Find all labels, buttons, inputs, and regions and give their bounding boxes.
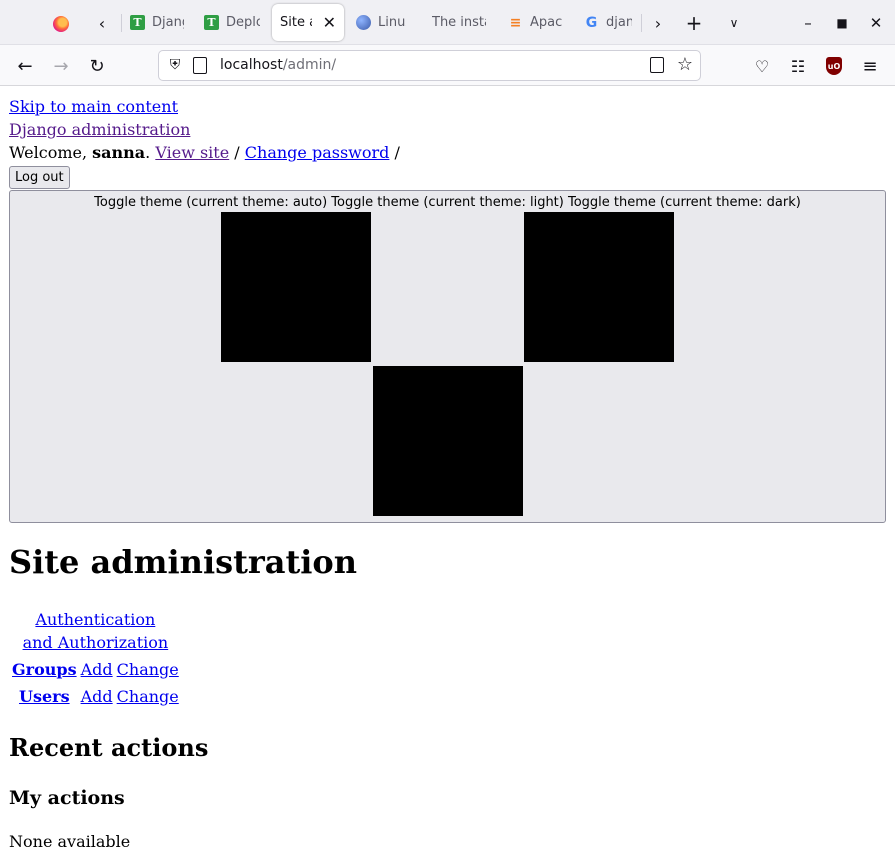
app-caption: Authentication and Authorization	[9, 607, 182, 655]
tab-djang[interactable]: T Djang	[122, 4, 192, 41]
tab-separator	[641, 14, 642, 32]
minimize-icon[interactable]: –	[793, 8, 823, 38]
tab-deplo[interactable]: T Deplo	[196, 4, 268, 41]
user-tools: Welcome, sanna. View site / Change passw…	[9, 141, 886, 164]
browser-nav-bar: ← → ↻ ⛨ localhost/admin/ ☆ ♡ ☷ uO ≡	[0, 45, 895, 86]
list-all-tabs-icon[interactable]: ∨	[719, 8, 749, 38]
theme-light-icon	[524, 212, 674, 362]
separator: /	[229, 143, 245, 162]
t-favicon-icon: T	[204, 15, 219, 30]
url-path: /admin/	[282, 57, 337, 73]
bookmark-star-icon[interactable]: ☆	[677, 54, 693, 75]
tab-site-admin[interactable]: Site ad ✕	[272, 4, 344, 41]
theme-toggle-label: Toggle theme (current theme: auto) Toggl…	[94, 195, 801, 210]
username: sanna	[92, 143, 146, 162]
page-content: Skip to main content Django administrati…	[0, 95, 895, 523]
tab-title: djang	[606, 15, 632, 30]
new-tab-icon[interactable]: +	[679, 8, 709, 38]
address-bar[interactable]: ⛨ localhost/admin/ ☆	[158, 50, 701, 81]
change-password-link[interactable]: Change password	[245, 143, 390, 162]
window-close-icon[interactable]: ✕	[861, 8, 891, 38]
extensions-icon[interactable]: ☷	[784, 52, 812, 80]
app-auth-link[interactable]: Authentication and Authorization	[20, 608, 170, 654]
model-row-users: Users Add Change	[11, 684, 180, 709]
users-change-link[interactable]: Change	[117, 687, 179, 706]
reader-view-icon[interactable]	[650, 57, 664, 73]
tab-title: Site ad	[280, 15, 312, 30]
recent-actions-heading: Recent actions	[9, 733, 209, 762]
tab-close-icon[interactable]: ✕	[323, 13, 336, 32]
page-title: Site administration	[9, 543, 358, 581]
firefox-icon[interactable]	[53, 16, 69, 32]
welcome-text: Welcome,	[9, 143, 93, 162]
ublock-origin-icon[interactable]: uO	[820, 52, 848, 80]
url-host: localhost	[220, 57, 283, 73]
tracking-shield-icon[interactable]: ⛨	[167, 57, 183, 75]
page-info-icon[interactable]	[193, 57, 207, 74]
tab-linux[interactable]: Linux	[348, 4, 414, 41]
theme-auto-icon	[221, 212, 371, 362]
stackoverflow-favicon-icon: ≡	[509, 14, 522, 31]
users-add-link[interactable]: Add	[81, 687, 113, 706]
tab-scroll-left-icon[interactable]: ‹	[87, 8, 117, 38]
maximize-icon[interactable]: ■	[827, 8, 857, 38]
app-auth-table: Authentication and Authorization Groups …	[9, 607, 182, 711]
t-favicon-icon: T	[130, 15, 145, 30]
tab-scroll-right-icon[interactable]: ›	[643, 8, 673, 38]
view-site-link[interactable]: View site	[155, 143, 229, 162]
skip-to-content-link[interactable]: Skip to main content	[9, 97, 178, 116]
forward-icon[interactable]: →	[47, 52, 75, 80]
url-text[interactable]: localhost/admin/	[220, 57, 336, 73]
groups-add-link[interactable]: Add	[81, 660, 113, 679]
back-icon[interactable]: ←	[11, 52, 39, 80]
tab-google-djang[interactable]: G djang	[576, 4, 640, 41]
none-available-text: None available	[9, 832, 131, 851]
model-groups-link[interactable]: Groups	[12, 660, 77, 679]
tab-apach[interactable]: ≡ Apach	[500, 4, 570, 41]
google-favicon-icon: G	[585, 14, 598, 31]
browser-tab-bar: ‹ T Djang T Deplo Site ad ✕ Linux The in…	[0, 0, 895, 45]
tab-title: Deplo	[226, 15, 260, 30]
tab-title: Apach	[530, 15, 562, 30]
theme-toggle-button[interactable]: Toggle theme (current theme: auto) Toggl…	[9, 190, 886, 523]
reload-icon[interactable]: ↻	[83, 52, 111, 80]
theme-dark-icon	[373, 366, 523, 516]
groups-change-link[interactable]: Change	[117, 660, 179, 679]
model-row-groups: Groups Add Change	[11, 657, 180, 682]
menu-hamburger-icon[interactable]: ≡	[856, 52, 884, 80]
globe-favicon-icon	[356, 15, 371, 30]
tab-the-insta[interactable]: The insta	[424, 4, 494, 41]
tab-title: Djang	[152, 15, 184, 30]
model-users-link[interactable]: Users	[19, 687, 70, 706]
logout-button[interactable]: Log out	[9, 166, 70, 189]
welcome-suffix: .	[145, 143, 156, 162]
my-actions-heading: My actions	[9, 787, 125, 809]
pocket-icon[interactable]: ♡	[748, 52, 776, 80]
django-admin-branding-link[interactable]: Django administration	[9, 120, 190, 139]
separator: /	[389, 143, 400, 162]
tab-title: The insta	[432, 15, 486, 30]
tab-title: Linux	[378, 15, 406, 30]
